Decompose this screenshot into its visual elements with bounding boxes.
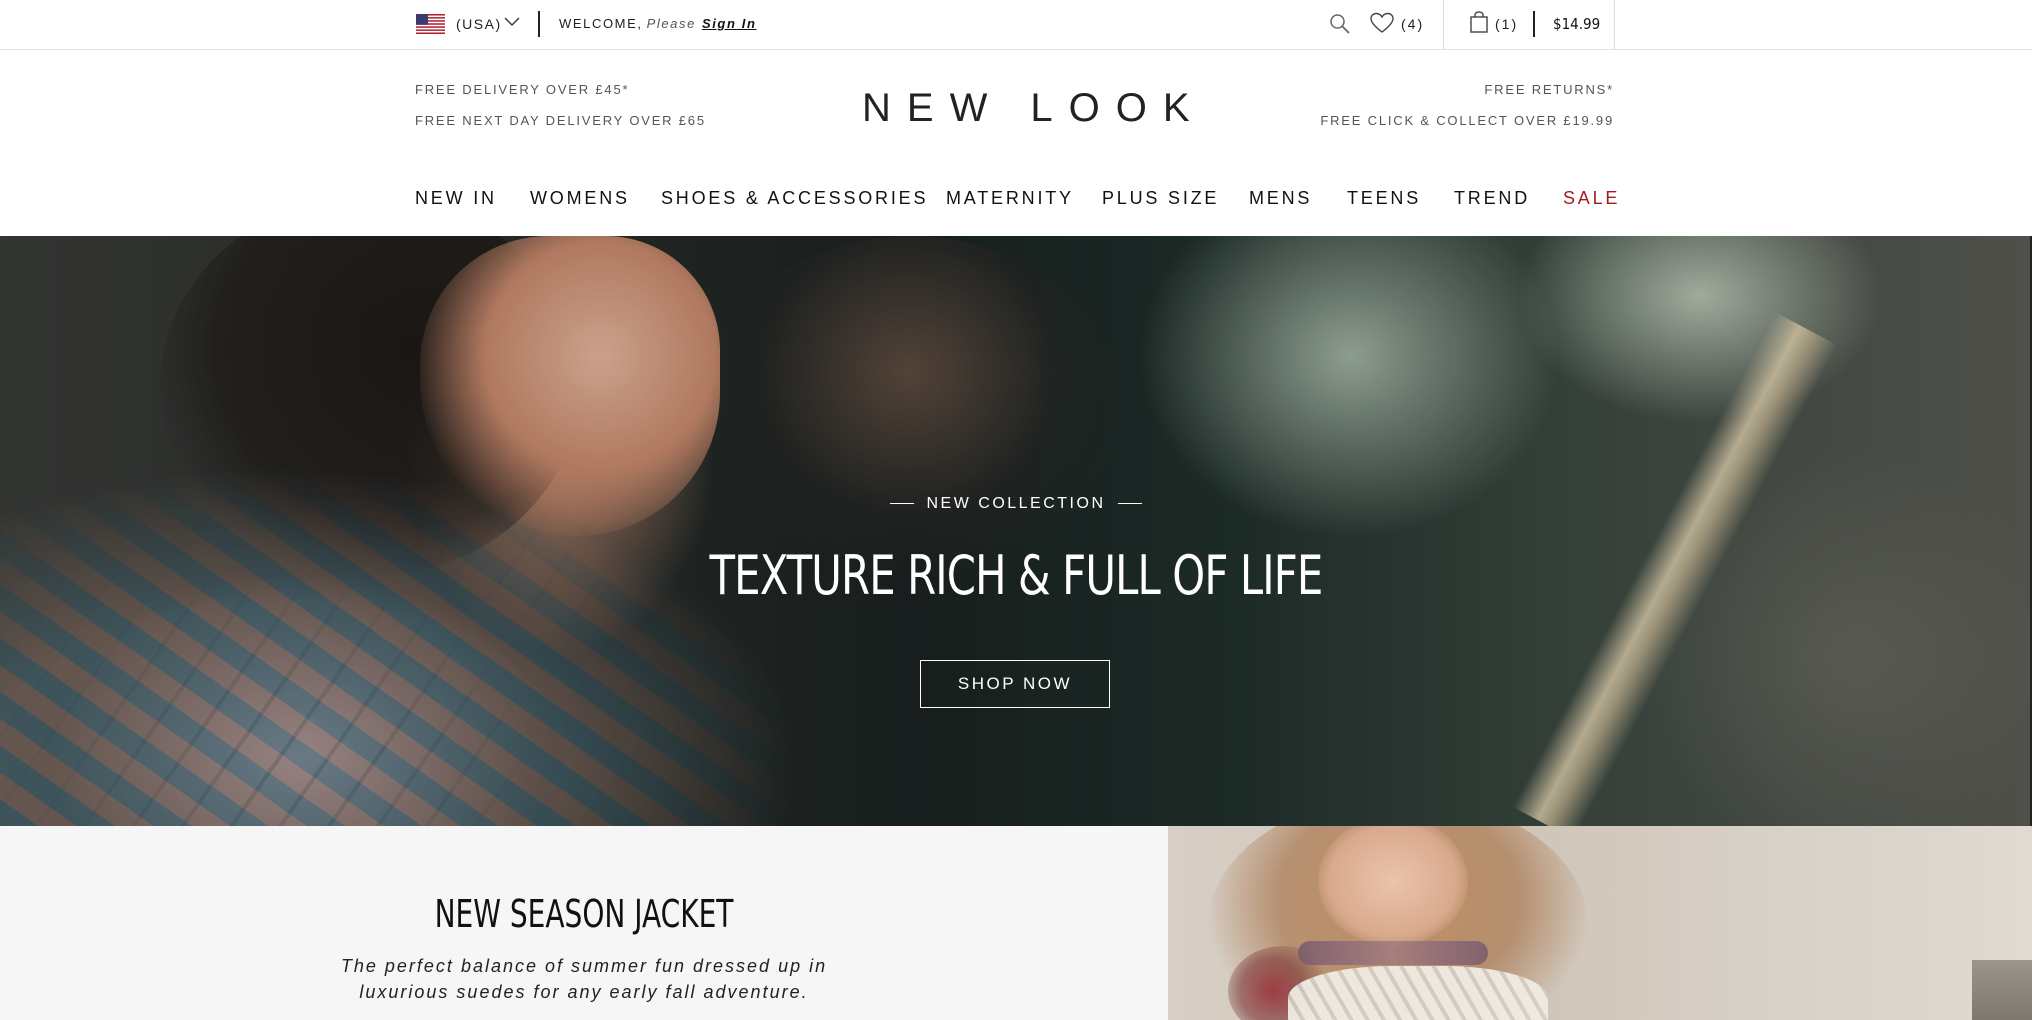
hero-banner[interactable]: NEW COLLECTION TEXTURE RICH & FULL OF LI… [0, 236, 2032, 826]
feature-panel: NEW SEASON JACKET The perfect balance of… [0, 826, 1168, 1020]
nav-item-womens[interactable]: WOMENS [530, 188, 630, 209]
feature-photo-sunglasses [1298, 941, 1488, 965]
promo-click-collect: FREE CLICK & COLLECT OVER £19.99 [1320, 113, 1614, 128]
shopping-bag-icon[interactable] [1470, 11, 1488, 33]
chevron-down-icon[interactable] [504, 14, 520, 30]
hero-title: TEXTURE RICH & FULL OF LIFE [709, 544, 1324, 607]
divider [1614, 0, 1615, 49]
nav-item-maternity[interactable]: MATERNITY [946, 188, 1074, 209]
divider [538, 11, 540, 37]
main-navigation: NEW IN WOMENS SHOES & ACCESSORIES MATERN… [0, 188, 2032, 212]
sign-in-link[interactable]: Sign In [702, 16, 757, 31]
shop-now-button[interactable]: SHOP NOW [920, 660, 1110, 708]
feature-photo-building [1972, 960, 2032, 1020]
feature-photo[interactable] [1168, 826, 2032, 1020]
hero-kicker: NEW COLLECTION [0, 495, 2032, 513]
nav-item-sale[interactable]: SALE [1563, 188, 1620, 209]
country-selector[interactable]: (USA) [456, 16, 502, 32]
promo-free-returns: FREE RETURNS* [1484, 82, 1614, 97]
wishlist-count[interactable]: (4) [1401, 16, 1424, 32]
bag-total[interactable]: $14.99 [1553, 15, 1600, 33]
top-utility-bar: (USA) WELCOME, Please Sign In (4) (1) $14.… [0, 0, 2032, 50]
us-flag-icon[interactable] [416, 14, 445, 34]
welcome-label: WELCOME, [559, 16, 643, 31]
feature-title[interactable]: NEW SEASON JACKET [105, 892, 1063, 936]
bag-count[interactable]: (1) [1495, 16, 1518, 32]
nav-item-plus-size[interactable]: PLUS SIZE [1102, 188, 1219, 209]
promo-free-delivery: FREE DELIVERY OVER £45* [415, 82, 630, 97]
divider [1533, 11, 1535, 37]
kicker-dash [1117, 503, 1142, 505]
nav-item-shoes-accessories[interactable]: SHOES & ACCESSORIES [661, 188, 928, 209]
nav-item-teens[interactable]: TEENS [1347, 188, 1421, 209]
heart-icon[interactable] [1370, 12, 1394, 34]
divider [1443, 0, 1444, 49]
feature-description-line: luxurious suedes for any early fall adve… [359, 982, 809, 1002]
nav-item-trend[interactable]: TREND [1454, 188, 1530, 209]
feature-description: The perfect balance of summer fun dresse… [300, 953, 868, 1005]
nav-item-mens[interactable]: MENS [1249, 188, 1312, 209]
feature-description-line: The perfect balance of summer fun dresse… [340, 956, 828, 976]
hero-overlay [0, 236, 2032, 826]
nav-item-new-in[interactable]: NEW IN [415, 188, 497, 209]
site-logo[interactable]: NEW LOOK [862, 86, 1190, 130]
welcome-message: WELCOME, Please Sign In [559, 16, 756, 31]
promo-next-day-delivery: FREE NEXT DAY DELIVERY OVER £65 [415, 113, 706, 128]
feature-photo-blouse [1288, 966, 1548, 1020]
please-label: Please [646, 16, 696, 31]
hero-kicker-text: NEW COLLECTION [926, 495, 1106, 512]
kicker-dash [890, 503, 915, 505]
search-icon[interactable] [1328, 12, 1352, 36]
